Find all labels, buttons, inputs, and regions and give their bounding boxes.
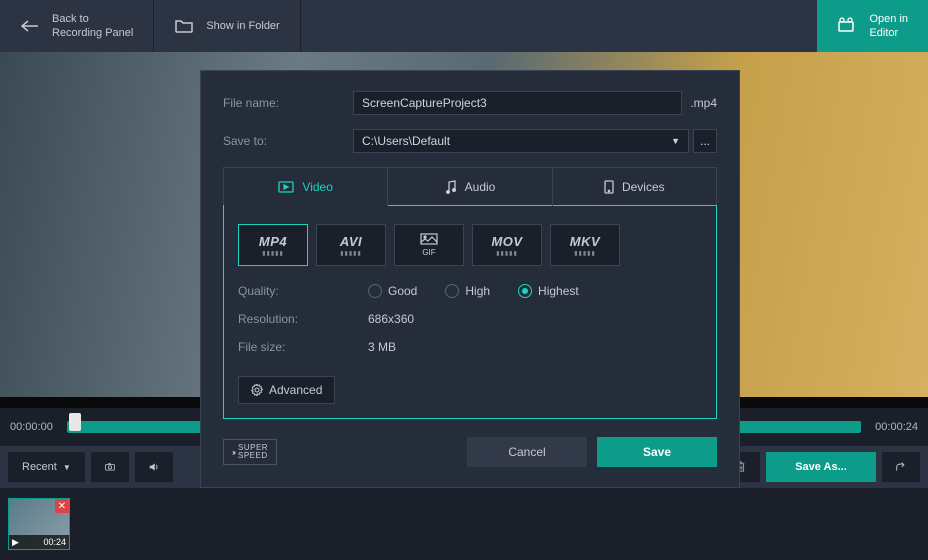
back-label: Back to Recording Panel xyxy=(52,12,133,41)
format-mov[interactable]: MOV▮▮▮▮▮ xyxy=(472,224,542,266)
timeline-marker[interactable] xyxy=(69,413,81,431)
audio-icon xyxy=(445,180,457,194)
thumbnail-strip: ✕ ▶ 00:24 xyxy=(0,488,928,560)
camera-icon xyxy=(105,461,115,473)
resolution-value: 686x360 xyxy=(368,312,414,326)
format-tabs: Video Audio Devices xyxy=(223,167,717,206)
volume-button[interactable] xyxy=(135,452,173,482)
folder-icon xyxy=(174,18,194,34)
format-avi[interactable]: AVI▮▮▮▮▮ xyxy=(316,224,386,266)
tab-devices[interactable]: Devices xyxy=(553,168,716,206)
back-button[interactable]: Back to Recording Panel xyxy=(0,0,154,52)
quality-high[interactable]: High xyxy=(445,284,490,298)
chevron-down-icon: ▼ xyxy=(671,136,680,146)
video-panel: MP4▮▮▮▮▮ AVI▮▮▮▮▮ GIF MOV▮▮▮▮▮ MKV▮▮▮▮▮ … xyxy=(223,205,717,419)
share-button[interactable] xyxy=(882,452,920,482)
play-icon: ▶ xyxy=(12,537,19,548)
filename-ext: .mp4 xyxy=(690,96,717,110)
dialog-buttons: ›››SUPER SPEED Cancel Save xyxy=(223,437,717,467)
image-icon xyxy=(420,233,438,247)
filename-label: File name: xyxy=(223,96,353,110)
top-toolbar: Back to Recording Panel Show in Folder O… xyxy=(0,0,928,52)
saveto-value: C:\Users\Default xyxy=(362,134,450,148)
saveto-dropdown[interactable]: C:\Users\Default ▼ xyxy=(353,129,689,153)
recent-button[interactable]: Recent ▼ xyxy=(8,452,85,482)
resolution-label: Resolution: xyxy=(238,312,368,326)
thumbnail-item[interactable]: ✕ ▶ 00:24 xyxy=(8,498,70,550)
thumbnail-info: ▶ 00:24 xyxy=(9,535,69,549)
editor-icon xyxy=(837,17,857,35)
save-button[interactable]: Save xyxy=(597,437,717,467)
time-end: 00:00:24 xyxy=(875,421,918,433)
show-folder-button[interactable]: Show in Folder xyxy=(154,0,300,52)
save-as-button[interactable]: Save As... xyxy=(766,452,876,482)
filename-input[interactable] xyxy=(353,91,682,115)
show-folder-label: Show in Folder xyxy=(206,19,279,33)
arrow-left-icon xyxy=(20,19,40,33)
video-icon xyxy=(278,181,294,193)
tab-video[interactable]: Video xyxy=(224,168,388,206)
open-editor-button[interactable]: Open in Editor xyxy=(817,0,928,52)
browse-button[interactable]: ... xyxy=(693,129,717,153)
cancel-button[interactable]: Cancel xyxy=(467,437,587,467)
filesize-value: 3 MB xyxy=(368,340,396,354)
share-icon xyxy=(896,461,906,473)
quality-highest[interactable]: Highest xyxy=(518,284,579,298)
open-editor-label: Open in Editor xyxy=(869,12,908,41)
format-mp4[interactable]: MP4▮▮▮▮▮ xyxy=(238,224,308,266)
gear-icon xyxy=(251,384,263,396)
saveto-label: Save to: xyxy=(223,134,353,148)
format-mkv[interactable]: MKV▮▮▮▮▮ xyxy=(550,224,620,266)
devices-icon xyxy=(604,180,614,194)
superspeed-badge: ›››SUPER SPEED xyxy=(223,439,277,465)
time-start: 00:00:00 xyxy=(10,421,53,433)
format-list: MP4▮▮▮▮▮ AVI▮▮▮▮▮ GIF MOV▮▮▮▮▮ MKV▮▮▮▮▮ xyxy=(238,224,702,266)
screenshot-button[interactable] xyxy=(91,452,129,482)
thumbnail-duration: 00:24 xyxy=(43,537,66,547)
filesize-label: File size: xyxy=(238,340,368,354)
format-gif[interactable]: GIF xyxy=(394,224,464,266)
speaker-icon xyxy=(149,461,159,473)
advanced-button[interactable]: Advanced xyxy=(238,376,335,404)
tab-audio[interactable]: Audio xyxy=(388,168,552,206)
quality-label: Quality: xyxy=(238,284,368,298)
quality-good[interactable]: Good xyxy=(368,284,417,298)
thumbnail-close-icon[interactable]: ✕ xyxy=(55,499,69,513)
save-dialog: File name: .mp4 Save to: C:\Users\Defaul… xyxy=(200,70,740,488)
